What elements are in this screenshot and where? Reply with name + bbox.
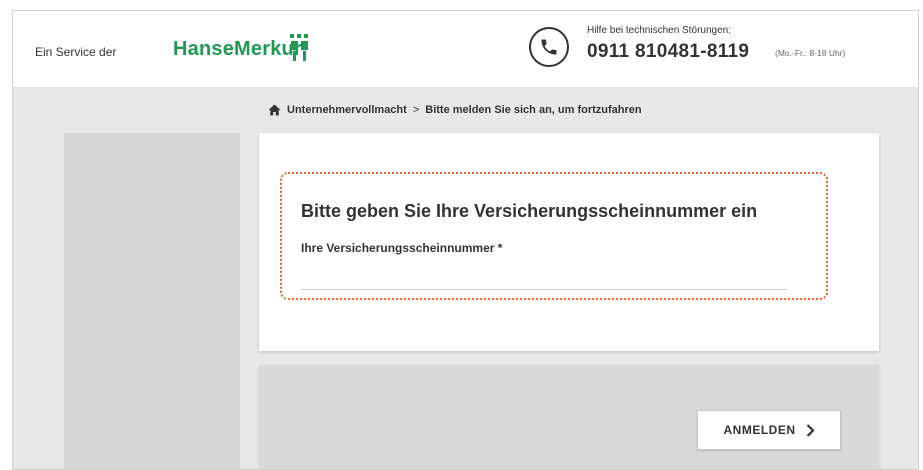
breadcrumb-item-current: Bitte melden Sie sich an, um fortzufahre… [425, 104, 642, 116]
left-sidebar-panel [64, 133, 240, 469]
login-form-card: Bitte geben Sie Ihre Versicherungsschein… [259, 133, 879, 351]
form-title: Bitte geben Sie Ihre Versicherungsschein… [301, 201, 758, 221]
help-label: Hilfe bei technischen Störungen: [587, 25, 731, 36]
action-panel: ANMELDEN [259, 365, 879, 469]
login-button[interactable]: ANMELDEN [697, 410, 841, 450]
brand-logo-icon [290, 34, 308, 61]
phone-icon [529, 27, 569, 67]
browser-frame: Ein Service der HanseMerkur Hilfe bei te… [12, 10, 919, 470]
header: Ein Service der HanseMerkur Hilfe bei te… [13, 11, 918, 88]
breadcrumb-item-unternehmervollmacht[interactable]: Unternehmervollmacht [287, 104, 407, 116]
chevron-right-icon [806, 423, 815, 437]
policy-number-label: Ihre Versicherungsscheinnummer * [301, 241, 503, 255]
service-text: Ein Service der [35, 45, 117, 59]
login-button-label: ANMELDEN [723, 423, 796, 437]
help-phone-number[interactable]: 0911 810481-8119 [587, 41, 749, 63]
brand-logo-text: HanseMerkur [173, 38, 302, 60]
policy-number-input[interactable] [301, 263, 787, 290]
help-hours: (Mo.-Fr.: 8-18 Uhr) [775, 48, 846, 58]
breadcrumb: Unternehmervollmacht > Bitte melden Sie … [268, 104, 642, 116]
breadcrumb-separator: > [412, 104, 420, 116]
home-icon[interactable] [268, 104, 281, 116]
